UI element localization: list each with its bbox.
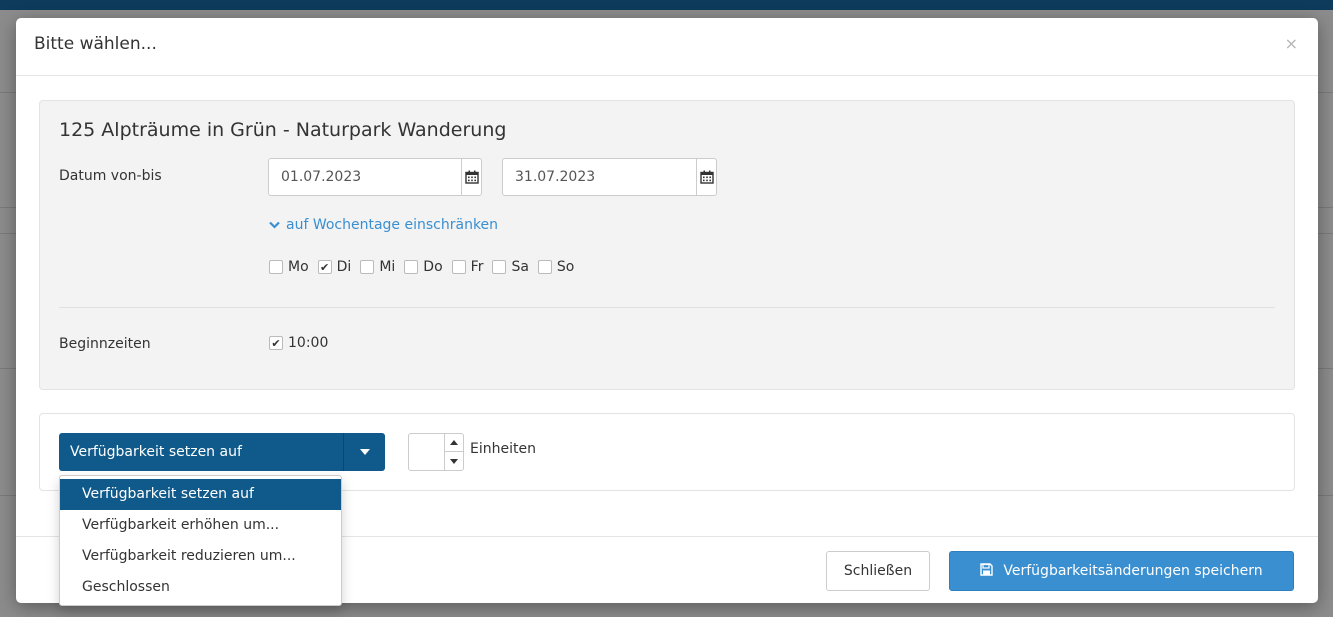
- menu-item-set[interactable]: Verfügbarkeit setzen auf: [60, 479, 341, 510]
- start-time-value: 10:00: [288, 335, 329, 351]
- modal-header: Bitte wählen... ×: [16, 18, 1318, 76]
- menu-item-decrease[interactable]: Verfügbarkeit reduzieren um...: [60, 541, 341, 572]
- checkbox-checked[interactable]: ✔: [317, 260, 332, 274]
- caret-down-icon[interactable]: [343, 433, 385, 471]
- units-label: Einheiten: [470, 441, 536, 457]
- start-time-option[interactable]: ✔ 10:00: [269, 335, 328, 351]
- units-stepper: Einheiten: [408, 433, 536, 471]
- weekday-sa[interactable]: Sa: [492, 259, 529, 275]
- app-top-bar: [0, 0, 1333, 10]
- weekday-di[interactable]: ✔ Di: [317, 259, 352, 275]
- weekday-label: So: [556, 259, 575, 275]
- stepper-buttons: [444, 434, 463, 470]
- calendar-icon[interactable]: [461, 159, 481, 195]
- weekday-checkboxes: Mo ✔ Di Mi Do Fr Sa So: [269, 259, 574, 275]
- start-times-label: Beginnzeiten: [59, 336, 151, 352]
- caret-down-icon[interactable]: [445, 452, 463, 470]
- weekday-restrict-toggle[interactable]: auf Wochentage einschränken: [269, 217, 498, 233]
- save-availability-button[interactable]: Verfügbarkeitsänderungen speichern: [949, 551, 1294, 591]
- caret-up-icon[interactable]: [445, 434, 463, 452]
- availability-mode-menu: Verfügbarkeit setzen auf Verfügbarkeit e…: [59, 475, 342, 606]
- checkbox[interactable]: [404, 260, 419, 274]
- date-from-input[interactable]: [269, 159, 461, 195]
- availability-modal: Bitte wählen... × 125 Alpträume in Grün …: [16, 18, 1318, 606]
- weekday-label: Fr: [470, 259, 484, 275]
- calendar-icon[interactable]: [696, 159, 716, 195]
- weekday-label: Sa: [511, 259, 529, 275]
- weekday-label: Do: [423, 259, 443, 275]
- close-button[interactable]: Schließen: [826, 551, 930, 591]
- product-settings-panel: 125 Alpträume in Grün - Naturpark Wander…: [39, 100, 1295, 390]
- weekday-restrict-label: auf Wochentage einschränken: [286, 217, 499, 233]
- checkbox[interactable]: [492, 260, 507, 274]
- date-to-group: [502, 158, 717, 196]
- weekday-label: Mi: [379, 259, 396, 275]
- checkbox[interactable]: [451, 260, 466, 274]
- weekday-label: Di: [336, 259, 352, 275]
- date-from-group: [268, 158, 482, 196]
- chevron-down-icon: [269, 217, 280, 233]
- menu-item-increase[interactable]: Verfügbarkeit erhöhen um...: [60, 510, 341, 541]
- floppy-disk-icon: [980, 562, 994, 580]
- product-title: 125 Alpträume in Grün - Naturpark Wander…: [59, 119, 507, 141]
- availability-mode-select: Verfügbarkeit setzen auf: [59, 433, 385, 471]
- close-icon[interactable]: ×: [1285, 34, 1298, 53]
- checkbox[interactable]: [537, 260, 552, 274]
- weekday-do[interactable]: Do: [404, 259, 443, 275]
- availability-mode-button[interactable]: Verfügbarkeit setzen auf: [59, 433, 343, 471]
- checkbox-checked[interactable]: ✔: [269, 336, 283, 350]
- date-range-label: Datum von-bis: [59, 168, 162, 184]
- section-divider: [59, 307, 1275, 308]
- weekday-mo[interactable]: Mo: [269, 259, 309, 275]
- units-input[interactable]: [408, 433, 464, 471]
- checkbox[interactable]: [360, 260, 375, 274]
- menu-item-closed[interactable]: Geschlossen: [60, 572, 341, 603]
- weekday-label: Mo: [288, 259, 309, 275]
- weekday-mi[interactable]: Mi: [360, 259, 395, 275]
- weekday-so[interactable]: So: [537, 259, 575, 275]
- modal-title: Bitte wählen...: [34, 34, 157, 54]
- date-to-input[interactable]: [503, 159, 696, 195]
- checkbox[interactable]: [269, 260, 283, 274]
- weekday-fr[interactable]: Fr: [451, 259, 484, 275]
- save-button-label: Verfügbarkeitsänderungen speichern: [1003, 563, 1263, 579]
